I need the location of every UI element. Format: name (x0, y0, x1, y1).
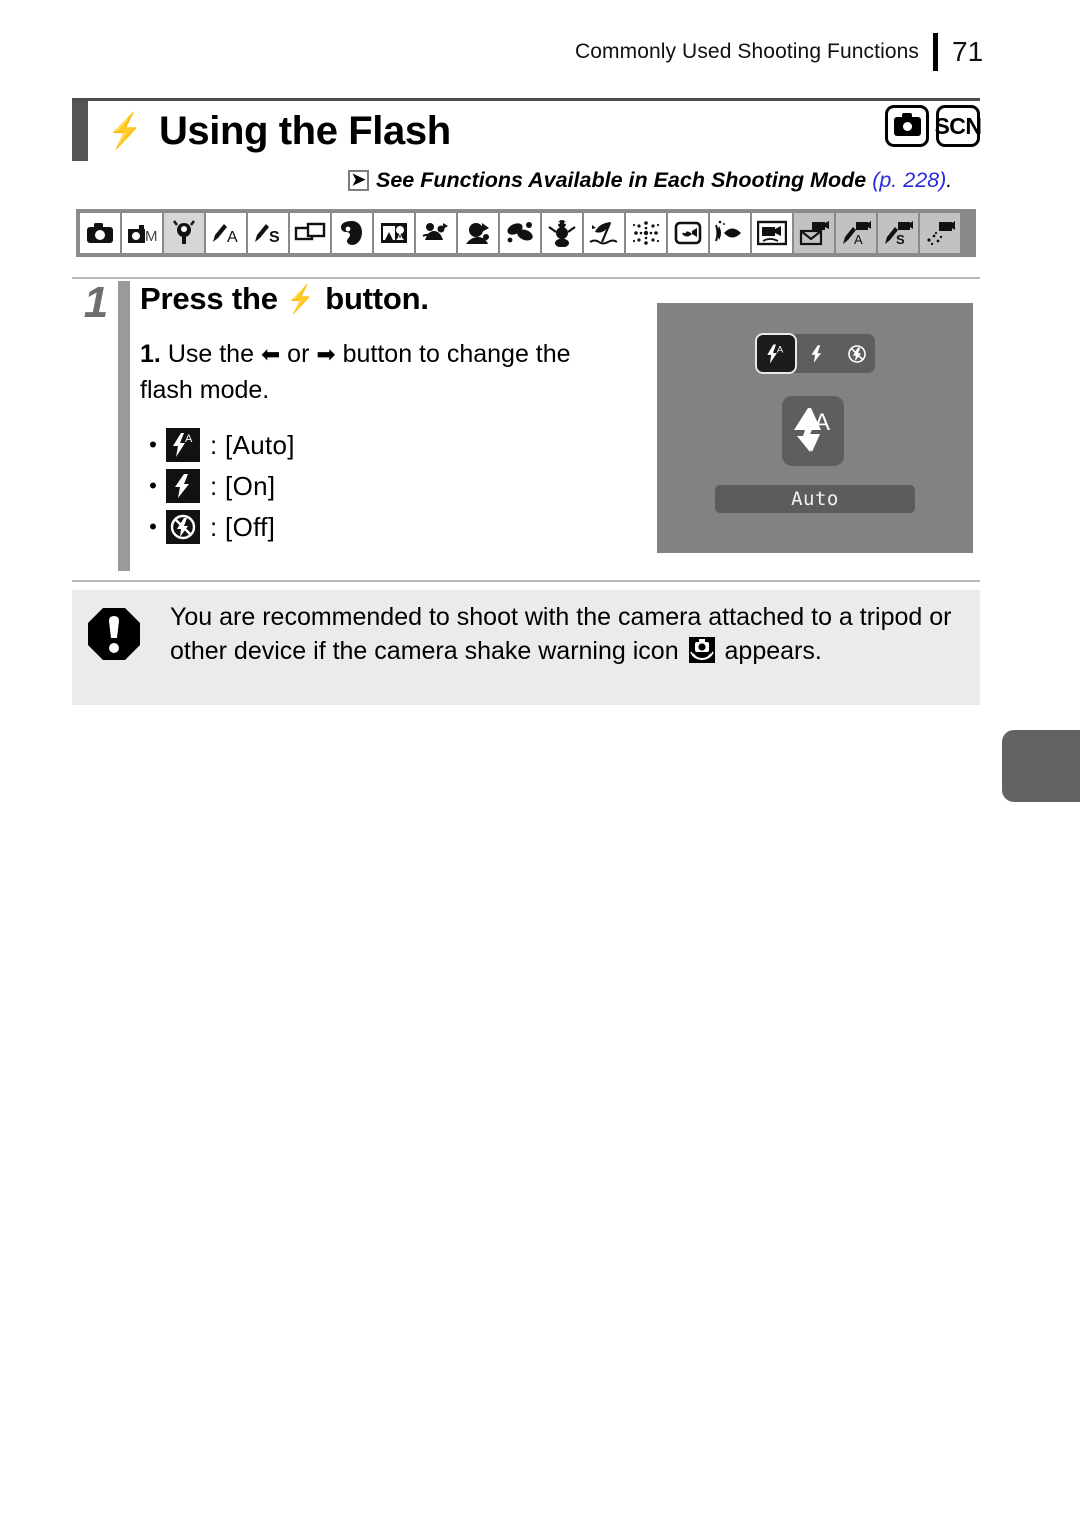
left-arrow-icon: ⬅ (260, 341, 281, 367)
camera-icon (893, 112, 921, 136)
step-accent-bar (118, 281, 130, 571)
title-row: ⚡ Using the Flash SCN (72, 101, 982, 163)
page-header: Commonly Used Shooting Functions 71 (0, 30, 1080, 74)
movie-compact-icon (794, 213, 834, 253)
foliage-icon (500, 213, 540, 253)
flash-icon: ⚡ (108, 112, 142, 150)
substep-instruction: 1. Use the ⬅ or ➡ button to change the f… (140, 337, 620, 408)
step-body: Press the ⚡ button. 1. Use the ⬅ or ➡ bu… (140, 281, 640, 551)
night-snapshot-icon: A (374, 213, 414, 253)
selected-flash-mode-icon: A (782, 396, 844, 466)
right-arrow-icon: ➡ (316, 341, 336, 367)
svg-text:A: A (814, 409, 830, 436)
manual-mode-icon: M (122, 213, 162, 253)
shutter-priority-icon: S (248, 213, 288, 253)
aperture-priority-icon: A (206, 213, 246, 253)
substep-number: 1. (140, 340, 161, 368)
header-title: Commonly Used Shooting Functions (574, 40, 919, 63)
warning-exclamation-icon (86, 606, 142, 662)
portrait-icon (332, 213, 372, 253)
digital-macro-icon (164, 213, 204, 253)
movie-color-swap-icon: S (878, 213, 918, 253)
movie-fast-frame-icon (920, 213, 960, 253)
flash-on-icon (166, 469, 200, 503)
step-title-prefix: Press the (140, 281, 278, 316)
movie-color-accent-icon: A (836, 213, 876, 253)
selector-item-flash-auto[interactable]: A (755, 333, 797, 374)
svg-text:S: S (896, 232, 905, 246)
bullet-dot: • (149, 473, 157, 498)
scn-mode-badge: SCN (934, 105, 982, 147)
page-title-label: Using the Flash (158, 108, 451, 153)
svg-text:A: A (777, 344, 784, 355)
list-item: • A : [Auto] (140, 428, 640, 462)
list-item-label: : [Off] (210, 511, 276, 542)
step-title-suffix: button. (325, 281, 429, 316)
reference-period: . (946, 168, 953, 192)
warning-text-b: appears. (724, 637, 822, 665)
selector-item-flash-off[interactable] (837, 334, 877, 373)
substep-or: or (287, 340, 310, 368)
scn-mode-label: SCN (934, 112, 982, 139)
shooting-mode-strip: M A S A A S (76, 209, 976, 257)
flash-icon: ⚡ (287, 284, 314, 314)
step-number: 1 (83, 278, 109, 327)
flash-auto-icon: A (166, 428, 200, 462)
indoor-icon (458, 213, 498, 253)
header-divider (933, 33, 938, 71)
warning-note-text: You are recommended to shoot with the ca… (170, 600, 970, 673)
list-item: • : [Off] (140, 510, 640, 544)
movie-standard-icon (752, 213, 792, 253)
svg-text:A: A (185, 433, 193, 445)
flash-mode-list: • A : [Auto] • : [On] • : [Off] (140, 428, 640, 544)
mode-badge-group: SCN (885, 105, 982, 147)
camera-screen-illustration: A A Auto (657, 303, 973, 553)
reference-line: ➤ See Functions Available in Each Shooti… (348, 168, 952, 193)
list-item-label: : [On] (210, 470, 276, 501)
snow-icon (542, 213, 582, 253)
reference-page-link[interactable]: (p. 228) (872, 168, 946, 193)
list-item: • : [On] (140, 469, 640, 503)
page-title: ⚡ Using the Flash (104, 101, 451, 161)
note-top-rule (72, 580, 980, 582)
svg-text:M: M (145, 228, 158, 245)
auto-mode-icon (80, 213, 120, 253)
page-number: 71 (952, 36, 984, 67)
substep-text-a: Use the (167, 340, 254, 368)
stitch-assist-icon (290, 213, 330, 253)
chapter-thumb-tab (1002, 730, 1080, 802)
reference-text: See Functions Available in Each Shooting… (376, 168, 867, 192)
camera-shake-warning-icon (688, 636, 716, 673)
underwater-icon (710, 213, 750, 253)
title-accent-bar (72, 101, 88, 161)
selector-item-flash-on[interactable] (797, 334, 837, 373)
flash-mode-label: Auto (715, 485, 915, 513)
svg-text:A: A (397, 232, 403, 242)
camera-mode-badge (885, 105, 929, 147)
bullet-dot: • (149, 514, 157, 539)
step-top-rule (72, 277, 980, 279)
bullet-dot: • (149, 432, 157, 457)
svg-text:S: S (269, 229, 280, 246)
svg-text:A: A (854, 232, 863, 246)
aquarium-icon (668, 213, 708, 253)
svg-text:A: A (227, 229, 238, 246)
list-item-label: : [Auto] (210, 429, 295, 460)
flash-mode-selector: A (755, 333, 877, 374)
fireworks-icon (626, 213, 666, 253)
arrow-right-icon: ➤ (348, 170, 369, 191)
warning-text-a: You are recommended to shoot with the ca… (170, 603, 952, 665)
warning-note-box: You are recommended to shoot with the ca… (72, 590, 980, 705)
flash-off-icon (166, 510, 200, 544)
kids-and-pets-icon (416, 213, 456, 253)
beach-icon (584, 213, 624, 253)
step-title: Press the ⚡ button. (140, 281, 640, 317)
